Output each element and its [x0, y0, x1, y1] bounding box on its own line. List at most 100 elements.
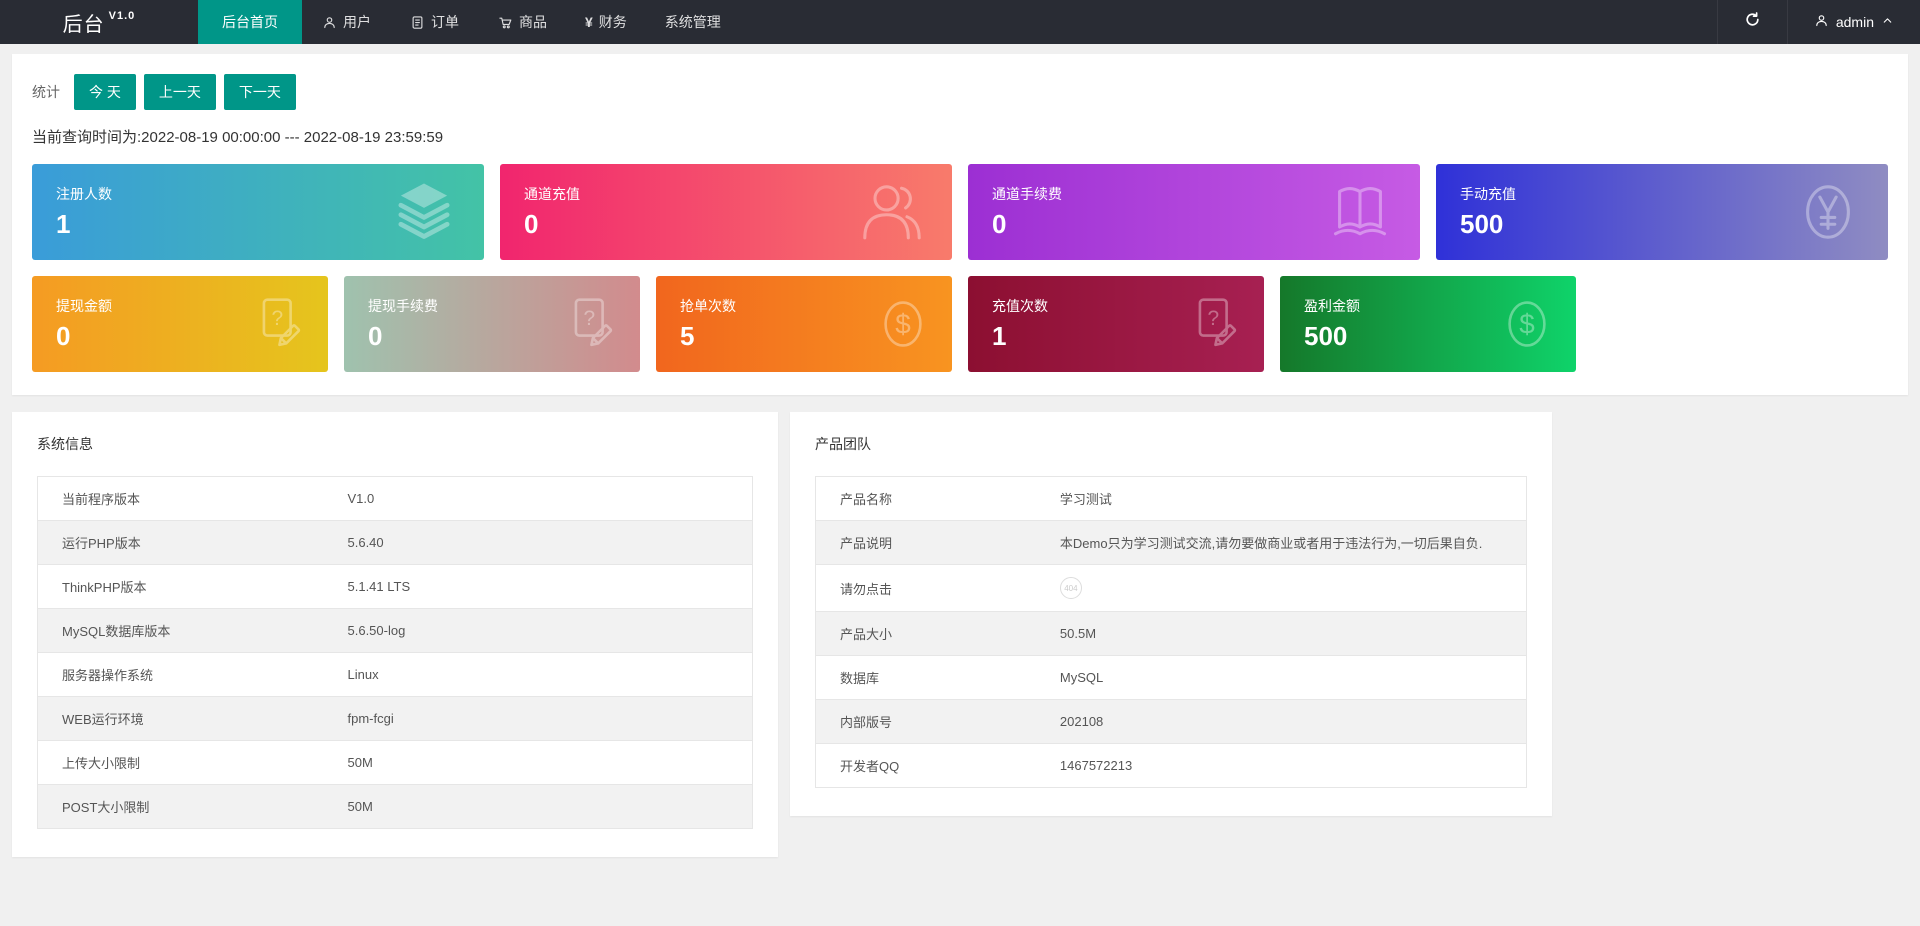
doc-question-pencil-icon: ?: [562, 295, 620, 353]
previous-day-button[interactable]: 上一天: [143, 74, 216, 110]
nav-item-label: 用户: [343, 14, 371, 30]
stat-card-channel-recharge: 通道充值 0: [500, 164, 952, 260]
table-row: 当前程序版本 V1.0: [38, 477, 753, 521]
stat-cards-row-1: 注册人数 1 通道充值 0 通道手续费 0 手动充值 500: [32, 164, 1888, 260]
layers-icon: [390, 178, 458, 246]
row-value: 5.1.41 LTS: [347, 579, 411, 594]
chevron-up-icon: [1881, 14, 1894, 30]
table-row: 产品大小 50.5M: [815, 611, 1527, 656]
row-value: 50.5M: [1059, 626, 1097, 641]
main-nav: 后台首页 用户 订单 商品 ¥ 财务 系统管理: [198, 0, 740, 44]
stats-panel: 统计 今 天 上一天 下一天 当前查询时间为:2022-08-19 00:00:…: [12, 54, 1908, 395]
app-version: V1.0: [108, 10, 136, 22]
nav-item-label: 系统管理: [664, 14, 721, 30]
stat-card-registered-users: 注册人数 1: [32, 164, 484, 260]
row-label: WEB运行环境: [62, 712, 144, 727]
nav-item-orders[interactable]: 订单: [390, 0, 478, 44]
refresh-button[interactable]: [1716, 0, 1788, 44]
book-icon: [1326, 178, 1394, 246]
stat-card-manual-recharge: 手动充值 500: [1436, 164, 1888, 260]
dollar-circle-icon: $: [874, 295, 932, 353]
next-day-button[interactable]: 下一天: [223, 74, 296, 110]
table-row: 产品名称 学习测试: [816, 477, 1527, 521]
nav-item-label: 后台首页: [222, 14, 278, 30]
table-row: POST大小限制 50M: [37, 784, 753, 829]
row-label: MySQL数据库版本: [62, 624, 171, 639]
table-row: WEB运行环境 fpm-fcgi: [37, 696, 753, 741]
dollar-circle-icon: $: [1498, 295, 1556, 353]
row-value: 5.6.40: [347, 535, 384, 550]
row-value: 202108: [1059, 714, 1104, 729]
stats-toolbar: 统计 今 天 上一天 下一天: [32, 74, 1888, 110]
yen-circle-icon: [1794, 178, 1862, 246]
table-row: 产品说明 本Demo只为学习测试交流,请勿要做商业或者用于违法行为,一切后果自负…: [815, 520, 1527, 565]
today-button[interactable]: 今 天: [74, 74, 136, 110]
row-value: V1.0: [347, 491, 375, 506]
user-menu[interactable]: admin: [1788, 0, 1920, 44]
nav-item-products[interactable]: 商品: [478, 0, 566, 44]
nav-item-label: 商品: [519, 14, 547, 30]
nav-item-home[interactable]: 后台首页: [198, 0, 302, 44]
yen-icon: ¥: [585, 14, 593, 30]
table-row: 服务器操作系统 Linux: [37, 652, 753, 697]
product-team-panel: 产品团队 产品名称 学习测试 产品说明 本Demo只为学习测试交流,请勿要做商业…: [790, 412, 1552, 816]
product-team-table: 产品名称 学习测试 产品说明 本Demo只为学习测试交流,请勿要做商业或者用于违…: [815, 476, 1527, 788]
row-label: POST大小限制: [62, 800, 150, 815]
row-value: MySQL: [1059, 670, 1104, 685]
do-not-click-badge[interactable]: 404: [1059, 577, 1082, 599]
stats-section-label: 统计: [32, 84, 60, 100]
svg-text:?: ?: [271, 307, 283, 330]
svg-text:$: $: [895, 308, 911, 339]
stat-card-order-grab-count: 抢单次数 5 $: [656, 276, 952, 372]
table-row: 请勿点击 404: [815, 564, 1527, 612]
table-row: MySQL数据库版本 5.6.50-log: [37, 608, 753, 653]
row-label: 产品名称: [840, 492, 893, 507]
system-info-panel: 系统信息 当前程序版本 V1.0 运行PHP版本 5.6.40 ThinkPHP…: [12, 412, 778, 857]
nav-item-label: 财务: [598, 14, 627, 30]
doc-question-pencil-icon: ?: [250, 295, 308, 353]
stat-card-profit-amount: 盈利金额 500 $: [1280, 276, 1576, 372]
row-value: 学习测试: [1059, 492, 1112, 507]
svg-text:?: ?: [1207, 307, 1219, 330]
navbar-right: admin: [1716, 0, 1920, 44]
stat-card-channel-fee: 通道手续费 0: [968, 164, 1420, 260]
users-icon: [858, 178, 926, 246]
svg-text:$: $: [1519, 308, 1535, 339]
row-value: 50M: [347, 799, 373, 814]
row-value: fpm-fcgi: [347, 711, 394, 726]
stat-cards-row-2: 提现金额 0 ? 提现手续费 0 ? 抢单次数 5 $ 充值次数 1 ? 盈利金…: [32, 276, 1888, 372]
cart-icon: [497, 14, 513, 30]
top-navbar: 后台 V1.0 后台首页 用户 订单 商品 ¥ 财务 系统管理 admin: [0, 0, 1920, 44]
table-row: ThinkPHP版本 5.1.41 LTS: [37, 564, 753, 609]
stat-card-withdraw-fee: 提现手续费 0 ?: [344, 276, 640, 372]
row-label: 数据库: [840, 671, 880, 686]
row-label: 产品说明: [840, 536, 893, 551]
user-icon: [321, 14, 337, 30]
stat-card-withdraw-amount: 提现金额 0 ?: [32, 276, 328, 372]
doc-question-pencil-icon: ?: [1186, 295, 1244, 353]
username: admin: [1835, 14, 1874, 30]
table-row: 上传大小限制 50M: [37, 740, 753, 785]
document-icon: [409, 14, 425, 30]
row-label: 运行PHP版本: [62, 536, 141, 551]
nav-item-label: 订单: [431, 14, 459, 30]
row-value: 本Demo只为学习测试交流,请勿要做商业或者用于违法行为,一切后果自负.: [1059, 536, 1483, 551]
query-time-text: 当前查询时间为:2022-08-19 00:00:00 --- 2022-08-…: [32, 129, 444, 146]
row-value: 404: [1036, 565, 1527, 612]
table-row: 数据库 MySQL: [815, 655, 1527, 700]
table-row: 开发者QQ 1467572213: [815, 743, 1527, 788]
table-row: 内部版号 202108: [815, 699, 1527, 744]
row-value: 1467572213: [1059, 758, 1133, 773]
app-logo: 后台 V1.0: [0, 0, 198, 44]
row-label: 产品大小: [840, 627, 893, 642]
system-info-title: 系统信息: [37, 436, 93, 452]
nav-item-finance[interactable]: ¥ 财务: [566, 0, 646, 44]
row-label: 服务器操作系统: [62, 668, 154, 683]
svg-text:?: ?: [583, 307, 595, 330]
row-value: 50M: [347, 755, 373, 770]
nav-item-system-settings[interactable]: 系统管理: [646, 0, 740, 44]
row-value: Linux: [347, 667, 379, 682]
product-team-title: 产品团队: [815, 436, 871, 452]
nav-item-users[interactable]: 用户: [302, 0, 390, 44]
row-label: ThinkPHP版本: [62, 580, 147, 595]
